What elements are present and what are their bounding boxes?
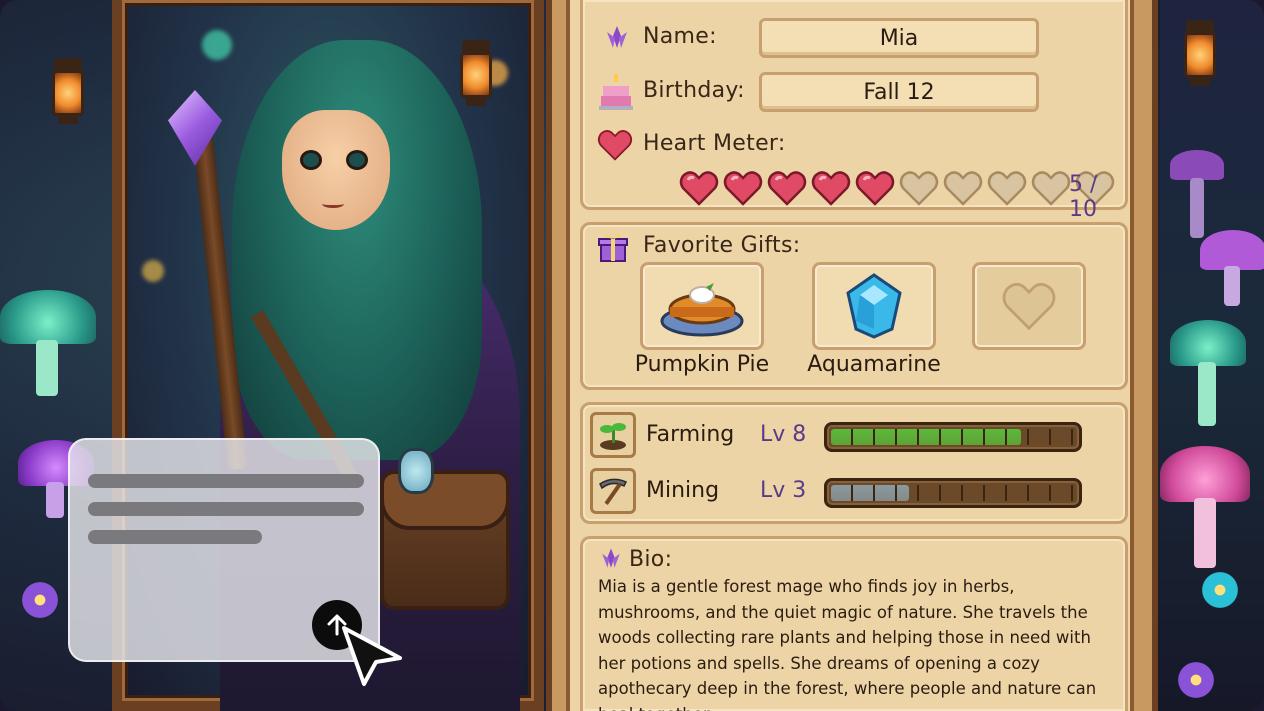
heart-empty-icon [987, 170, 1027, 206]
identity-section: Name: Mia Birthday: Fall 12 Heart Meter:… [580, 0, 1128, 222]
mining-skill-level: Lv 3 [760, 478, 807, 503]
farming-skill-level: Lv 8 [760, 422, 807, 447]
pumpkin-pie-icon [660, 283, 744, 337]
bio-label: Bio: [629, 547, 673, 572]
heart-icon [597, 130, 633, 161]
heart-full-icon [723, 170, 763, 206]
game-scene: Name: Mia Birthday: Fall 12 Heart Meter:… [0, 0, 1264, 711]
farming-progress-bar [824, 422, 1082, 452]
lavender-icon [602, 548, 620, 568]
heart-full-icon [767, 170, 807, 206]
farming-skill-name: Farming [646, 422, 735, 447]
name-label: Name: [643, 24, 717, 49]
forest-backdrop [1160, 0, 1264, 711]
purple-flower-icon [20, 580, 60, 620]
heart-empty-icon [899, 170, 939, 206]
satchel-icon [380, 470, 510, 610]
birthday-field: Fall 12 [759, 72, 1039, 112]
glowing-mushroom-icon [0, 290, 100, 400]
heart-meter [679, 170, 1115, 206]
aquamarine-gem-icon [846, 273, 902, 339]
character-info-panel: Name: Mia Birthday: Fall 12 Heart Meter:… [546, 0, 1158, 711]
mining-progress-bar [824, 478, 1082, 508]
name-field: Mia [759, 18, 1039, 58]
heart-empty-icon [1031, 170, 1071, 206]
gift-slot-empty[interactable] [972, 262, 1086, 350]
heart-meter-value: 5 / 10 [1069, 172, 1098, 222]
heart-full-icon [855, 170, 895, 206]
pickaxe-icon [599, 478, 628, 505]
sprout-icon [600, 423, 626, 450]
bio-text: Mia is a gentle forest mage who finds jo… [598, 577, 1097, 711]
birthday-cake-icon [599, 74, 633, 110]
gift-slot-aquamarine[interactable] [812, 262, 936, 350]
heart-full-icon [811, 170, 851, 206]
gift-name-pumpkin-pie: Pumpkin Pie [634, 352, 770, 377]
favorite-gifts-label: Favorite Gifts: [643, 233, 801, 258]
placeholder-line [88, 474, 364, 488]
lavender-icon [607, 26, 627, 48]
mining-skill-name: Mining [646, 478, 720, 503]
heart-full-icon [679, 170, 719, 206]
heart-empty-icon [943, 170, 983, 206]
mining-skill-icon [590, 468, 636, 514]
farming-skill-icon [590, 412, 636, 458]
placeholder-line [88, 502, 364, 516]
mouse-pointer-icon [342, 626, 402, 686]
placeholder-line [88, 530, 262, 544]
gift-slot-pumpkin-pie[interactable] [640, 262, 764, 350]
birthday-label: Birthday: [643, 78, 745, 103]
heart-meter-label: Heart Meter: [643, 131, 786, 156]
lantern-icon [48, 58, 88, 128]
empty-heart-slot-icon [1002, 282, 1056, 331]
lantern-icon [456, 40, 496, 110]
potion-bottle-icon [398, 448, 434, 494]
gift-box-icon [598, 234, 628, 262]
gift-name-aquamarine: Aquamarine [807, 352, 941, 377]
